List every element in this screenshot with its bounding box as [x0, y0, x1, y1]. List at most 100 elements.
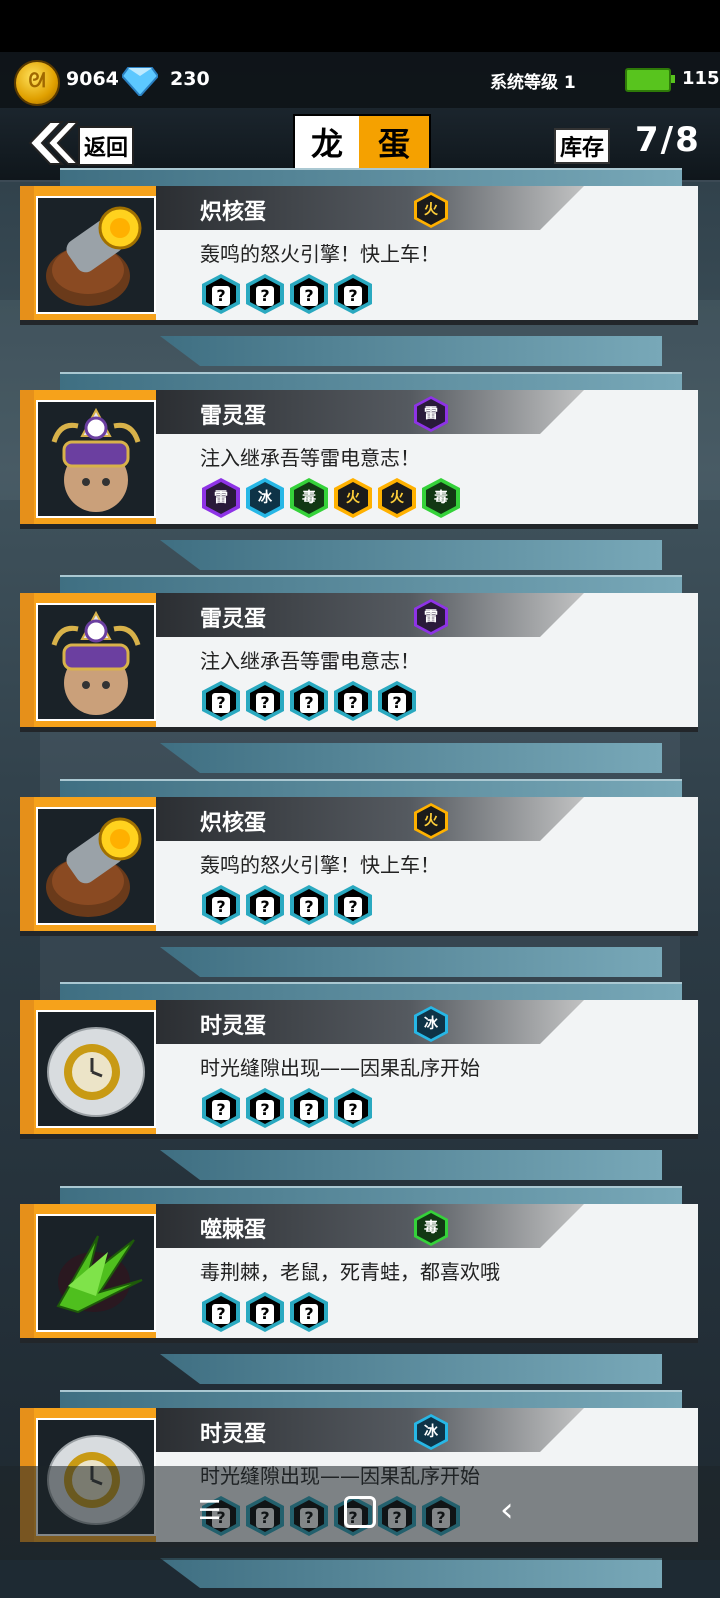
egg-element-badge: 雷	[414, 396, 448, 432]
locked-slot-icon: ?	[246, 1292, 284, 1332]
locked-slot-icon: ?	[290, 1292, 328, 1332]
diamond-icon	[122, 67, 158, 96]
egg-description: 毒荆棘，老鼠，死青蛙，都喜欢哦	[200, 1260, 500, 1284]
gene-slots: 雷冰毒火火毒	[202, 478, 460, 518]
egg-name: 噬棘蛋	[200, 1218, 267, 1243]
gene-slots: ????	[202, 274, 372, 314]
title-part-1: 龙	[295, 116, 359, 172]
fire-element-icon: 火	[414, 192, 448, 228]
egg-element-badge: 火	[414, 192, 448, 228]
egg-portrait-frame	[20, 1000, 156, 1134]
egg-card[interactable]: 炽核蛋 火 轰鸣的怒火引擎！快上车！ ????	[20, 779, 700, 987]
stock-value: 7/8	[635, 120, 701, 160]
egg-portrait-frame	[20, 186, 156, 320]
egg-portrait-frame	[20, 797, 156, 931]
poison-element-icon: 毒	[414, 1210, 448, 1246]
locked-slot-icon: ?	[202, 274, 240, 314]
egg-description: 时光缝隙出现——因果乱序开始	[200, 1056, 480, 1080]
egg-card[interactable]: 时灵蛋 冰 时光缝隙出现——因果乱序开始 ????	[20, 982, 700, 1190]
ice-element-slot-icon: 冰	[246, 478, 284, 518]
egg-element-badge: 毒	[414, 1210, 448, 1246]
egg-portrait-image	[36, 400, 156, 518]
nav-menu-icon[interactable]: ☰	[198, 1496, 226, 1526]
egg-portrait-image	[36, 807, 156, 925]
egg-card[interactable]: 噬棘蛋 毒 毒荆棘，老鼠，死青蛙，都喜欢哦 ???	[20, 1186, 700, 1394]
egg-element-badge: 冰	[414, 1006, 448, 1042]
egg-card[interactable]: 雷灵蛋 雷 注入继承吾等雷电意志！ 雷冰毒火火毒	[20, 372, 700, 580]
back-label: 返回	[78, 126, 134, 166]
locked-slot-icon: ?	[202, 681, 240, 721]
egg-portrait-image	[36, 1214, 156, 1332]
egg-element-badge: 雷	[414, 599, 448, 635]
diamond-count: 230	[170, 68, 210, 90]
system-level: 系统等级 1	[490, 73, 576, 93]
egg-element-badge: 冰	[414, 1414, 448, 1450]
egg-card[interactable]: 炽核蛋 火 轰鸣的怒火引擎！快上车！ ????	[20, 168, 700, 376]
locked-slot-icon: ?	[202, 885, 240, 925]
nav-back-icon[interactable]: ‹	[500, 1490, 530, 1530]
locked-slot-icon: ?	[202, 1292, 240, 1332]
locked-slot-icon: ?	[202, 1088, 240, 1128]
egg-element-badge: 火	[414, 803, 448, 839]
gene-slots: ????	[202, 1088, 372, 1128]
card-bottom-bar	[160, 540, 662, 570]
poison-element-slot-icon: 毒	[290, 478, 328, 518]
energy-icon	[625, 68, 675, 92]
locked-slot-icon: ?	[246, 681, 284, 721]
page-title: 龙 蛋	[293, 114, 431, 174]
locked-slot-icon: ?	[246, 1088, 284, 1128]
card-bottom-bar	[160, 1558, 662, 1588]
egg-name: 炽核蛋	[200, 200, 267, 225]
card-bottom-bar	[160, 947, 662, 977]
thunder-element-icon: 雷	[414, 599, 448, 635]
egg-description: 注入继承吾等雷电意志！	[200, 649, 420, 673]
back-button[interactable]: 返回	[22, 118, 134, 168]
locked-slot-icon: ?	[290, 274, 328, 314]
locked-slot-icon: ?	[246, 885, 284, 925]
locked-slot-icon: ?	[290, 1088, 328, 1128]
poison-element-slot-icon: 毒	[422, 478, 460, 518]
egg-name: 雷灵蛋	[200, 404, 267, 429]
locked-slot-icon: ?	[290, 681, 328, 721]
egg-portrait-image	[36, 603, 156, 721]
egg-description: 轰鸣的怒火引擎！快上车！	[200, 242, 440, 266]
locked-slot-icon: ?	[334, 885, 372, 925]
gene-slots: ???	[202, 1292, 328, 1332]
locked-slot-icon: ?	[290, 885, 328, 925]
gene-slots: ????	[202, 885, 372, 925]
thunder-element-icon: 雷	[414, 396, 448, 432]
card-bottom-bar	[160, 336, 662, 366]
egg-portrait-image	[36, 196, 156, 314]
nav-home-icon[interactable]	[344, 1496, 376, 1528]
egg-card[interactable]: 雷灵蛋 雷 注入继承吾等雷电意志！ ?????	[20, 575, 700, 783]
ice-element-icon: 冰	[414, 1414, 448, 1450]
stock-label: 库存	[554, 128, 611, 164]
card-bottom-bar	[160, 1150, 662, 1180]
locked-slot-icon: ?	[334, 681, 372, 721]
egg-name: 炽核蛋	[200, 811, 267, 836]
card-bottom-bar	[160, 1354, 662, 1384]
egg-portrait-frame	[20, 593, 156, 727]
egg-portrait-frame	[20, 390, 156, 524]
fire-element-slot-icon: 火	[378, 478, 416, 518]
ice-element-icon: 冰	[414, 1006, 448, 1042]
energy-count: 115	[682, 68, 720, 89]
egg-name: 时灵蛋	[200, 1422, 267, 1447]
egg-description: 轰鸣的怒火引擎！快上车！	[200, 853, 440, 877]
thunder-element-slot-icon: 雷	[202, 478, 240, 518]
status-bar	[0, 0, 720, 52]
egg-name: 雷灵蛋	[200, 607, 267, 632]
fire-element-slot-icon: 火	[334, 478, 372, 518]
egg-name: 时灵蛋	[200, 1014, 267, 1039]
egg-description: 注入继承吾等雷电意志！	[200, 446, 420, 470]
locked-slot-icon: ?	[334, 1088, 372, 1128]
locked-slot-icon: ?	[334, 274, 372, 314]
egg-portrait-frame	[20, 1204, 156, 1338]
coin-count: 9064	[66, 68, 119, 90]
coin-icon: ᘛ	[14, 60, 60, 106]
card-bottom-bar	[160, 743, 662, 773]
back-arrow-icon	[28, 121, 78, 165]
title-part-2: 蛋	[359, 116, 429, 172]
fire-element-icon: 火	[414, 803, 448, 839]
gene-slots: ?????	[202, 681, 416, 721]
